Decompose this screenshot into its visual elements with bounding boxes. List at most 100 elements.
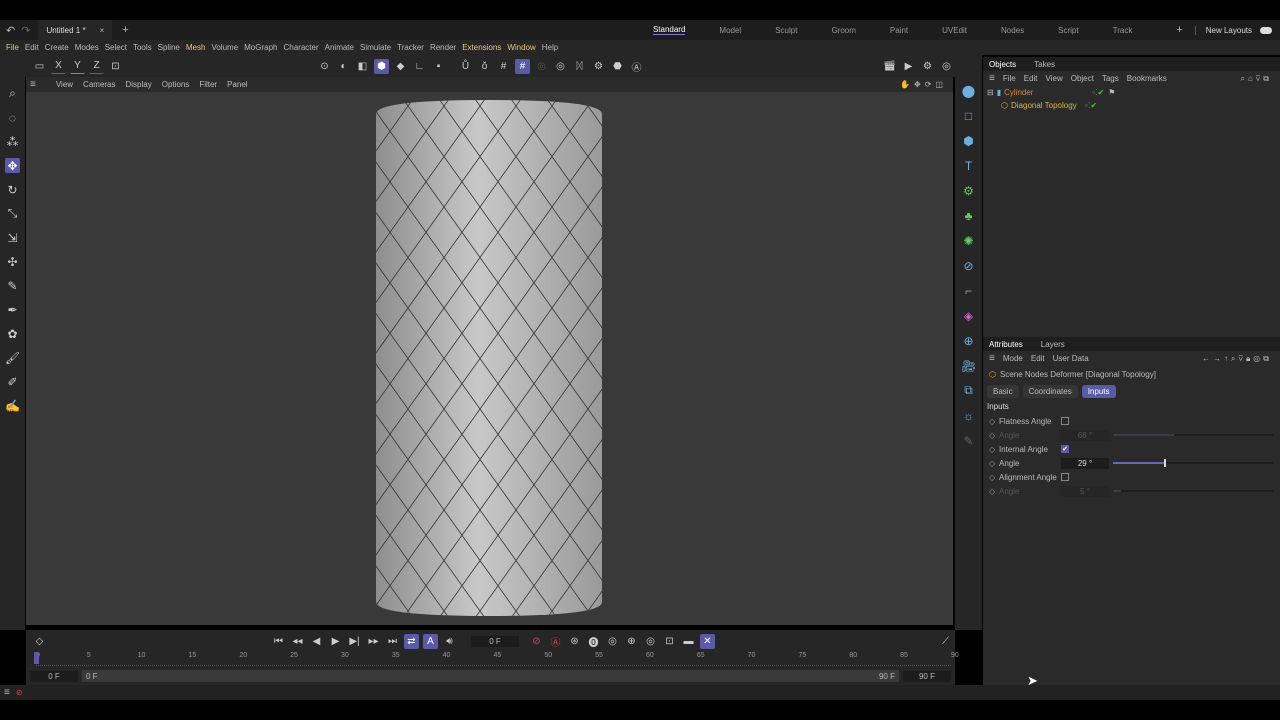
axis-x-button[interactable]: X — [51, 59, 66, 74]
key-rotation-icon[interactable]: ◎ — [605, 634, 620, 649]
symmetry-icon[interactable]: ᛞ — [572, 59, 587, 74]
points-mode-icon[interactable]: ⊙ — [317, 59, 332, 74]
attr-menu-user-data[interactable]: User Data — [1053, 354, 1089, 363]
motion-icon[interactable]: ▬ — [681, 634, 696, 649]
keyframe-diamond-icon[interactable]: ◇ — [989, 473, 999, 482]
viewport[interactable] — [26, 92, 953, 625]
field-icon[interactable]: ⌐ — [961, 283, 976, 298]
layout-tab-track[interactable]: Track — [1113, 26, 1133, 35]
menu-mograph[interactable]: MoGraph — [244, 43, 277, 52]
go-to-end-icon[interactable]: ⏭ — [385, 634, 400, 649]
paint-icon[interactable]: ✐ — [5, 374, 20, 389]
objects-menu-tags[interactable]: Tags — [1102, 74, 1119, 83]
render-camera-icon[interactable]: 🎥︎ — [961, 358, 976, 373]
playback-mode-icon[interactable]: A — [423, 633, 438, 649]
angle-slider[interactable] — [1113, 490, 1273, 492]
axis-z-button[interactable]: Z — [89, 59, 104, 74]
coordinate-system-icon[interactable]: ⊡ — [108, 59, 123, 74]
menu-tracker[interactable]: Tracker — [397, 43, 424, 52]
viewport-navigation-icons[interactable]: ✋✥⟳◫ — [900, 80, 947, 89]
collapse-icon[interactable]: ⊟ — [987, 88, 994, 97]
layout-tab-sculpt[interactable]: Sculpt — [775, 26, 797, 35]
document-tab[interactable]: Untitled 1 * × — [38, 20, 113, 40]
viewport-menu-panel[interactable]: Panel — [227, 80, 247, 89]
subtab-coordinates[interactable]: Coordinates — [1022, 384, 1078, 398]
new-tab-icon[interactable]: + — [122, 24, 128, 36]
brush-icon[interactable]: 🖌︎ — [5, 350, 20, 365]
render-settings-icon[interactable]: ⚙ — [920, 59, 935, 74]
objects-menu-file[interactable]: File — [1003, 74, 1016, 83]
menu-create[interactable]: Create — [45, 43, 69, 52]
viewport-menu-display[interactable]: Display — [126, 80, 152, 89]
render-picture-viewer-icon[interactable]: ▶ — [901, 59, 916, 74]
viewport-icon[interactable]: ◎ — [939, 59, 954, 74]
settings-icon[interactable]: ⚙ — [591, 59, 606, 74]
play-icon[interactable]: ▶ — [328, 634, 343, 649]
mograph-icon[interactable]: ♣ — [961, 208, 976, 223]
angle-slider[interactable] — [1113, 459, 1273, 467]
soft-selection-icon[interactable]: ǒ — [477, 59, 492, 74]
keyframe-diamond-icon[interactable]: ◇ — [989, 487, 999, 496]
keyframe-diamond-icon[interactable]: ◇ — [989, 431, 999, 440]
keyframe-diamond-icon[interactable]: ◇ — [989, 445, 999, 454]
attr-nav-icons[interactable]: ←→↑⌕⊽🔒︎◎⧉ — [1202, 354, 1272, 364]
enabled-check-icon[interactable]: ✔ — [1090, 101, 1097, 110]
angle-field[interactable]: 29 ° — [1061, 457, 1109, 469]
tag-icon[interactable]: ⚑ — [1108, 88, 1115, 97]
menu-extensions[interactable]: Extensions — [462, 43, 501, 52]
scale-icon[interactable]: ⤡ — [5, 206, 20, 221]
cube-icon[interactable]: □ — [961, 108, 976, 123]
subtab-inputs[interactable]: Inputs — [1081, 384, 1116, 398]
tab-takes[interactable]: Takes — [1034, 60, 1055, 69]
record-icon[interactable]: ⊘ — [529, 634, 544, 649]
nodes-icon[interactable]: ⬣ — [610, 59, 625, 74]
menu-character[interactable]: Character — [284, 43, 319, 52]
error-icon[interactable]: ⊘ — [16, 688, 23, 697]
layout-tab-standard[interactable]: Standard — [652, 25, 686, 35]
model-mode-icon[interactable]: ⬢ — [374, 58, 389, 74]
param-checkbox[interactable] — [1061, 473, 1069, 481]
objects-menu-object[interactable]: Object — [1071, 74, 1094, 83]
environment-icon[interactable]: ⊕ — [961, 333, 976, 348]
lock-icon[interactable]: ◎ — [534, 59, 549, 74]
spline-pen-icon[interactable]: ✎ — [5, 278, 20, 293]
auto-icon[interactable]: Ⓐ — [629, 59, 644, 74]
layout-tab-nodes[interactable]: Nodes — [1001, 26, 1024, 35]
angle-slider[interactable] — [1113, 434, 1273, 436]
start-frame-field[interactable]: 0 F — [30, 670, 78, 682]
grid-icon[interactable]: # — [496, 59, 511, 74]
range-slider[interactable]: 0 F 90 F — [82, 670, 899, 682]
current-frame-field[interactable]: 0 F — [471, 635, 519, 647]
viewport-menu-options[interactable]: Options — [162, 80, 190, 89]
objects-menu-bookmarks[interactable]: Bookmarks — [1127, 74, 1167, 83]
edges-mode-icon[interactable]: ◐ — [336, 59, 351, 74]
object-row-cylinder[interactable]: ⊟ ▮ Cylinder ▫⁚ ✔ ⚑ — [983, 86, 1280, 99]
snap-icon[interactable]: Ů — [458, 59, 473, 74]
close-icon[interactable]: × — [100, 26, 105, 35]
tab-layers[interactable]: Layers — [1041, 340, 1065, 349]
autokey-icon[interactable]: Ⓐ — [548, 634, 563, 649]
next-key-icon[interactable]: ▸▸ — [366, 634, 381, 649]
placement-icon[interactable]: ✣ — [5, 254, 20, 269]
menu-animate[interactable]: Animate — [325, 43, 354, 52]
axis-y-button[interactable]: Y — [70, 59, 85, 74]
viewport-menu-cameras[interactable]: Cameras — [83, 80, 115, 89]
subtab-basic[interactable]: Basic — [987, 384, 1019, 398]
hamburger-icon[interactable]: ≡ — [4, 687, 10, 698]
objects-menu-view[interactable]: View — [1046, 74, 1063, 83]
search-icon[interactable]: ⌕ — [5, 86, 20, 101]
menu-modes[interactable]: Modes — [75, 43, 99, 52]
layout-tab-groom[interactable]: Groom — [831, 26, 855, 35]
texture-mode-icon[interactable]: ▪ — [431, 59, 446, 74]
workplane-snap-icon[interactable]: # — [515, 58, 530, 74]
mesh-tools-icon[interactable]: ✿ — [5, 326, 20, 341]
deformer-icon[interactable]: ✺ — [961, 233, 976, 248]
key-scale-icon[interactable]: ⊕ — [624, 634, 639, 649]
slider-handle[interactable] — [1164, 459, 1167, 467]
key-position-icon[interactable]: ⓿ — [586, 634, 601, 649]
sculpt-icon[interactable]: ✍ — [5, 398, 20, 413]
spline-icon[interactable]: ⊘ — [961, 258, 976, 273]
rotate-icon[interactable]: ↻ — [5, 182, 20, 197]
timeline-ruler[interactable]: 051015202530354045505560657075808590 — [34, 652, 959, 666]
menu-file[interactable]: File — [6, 43, 19, 52]
